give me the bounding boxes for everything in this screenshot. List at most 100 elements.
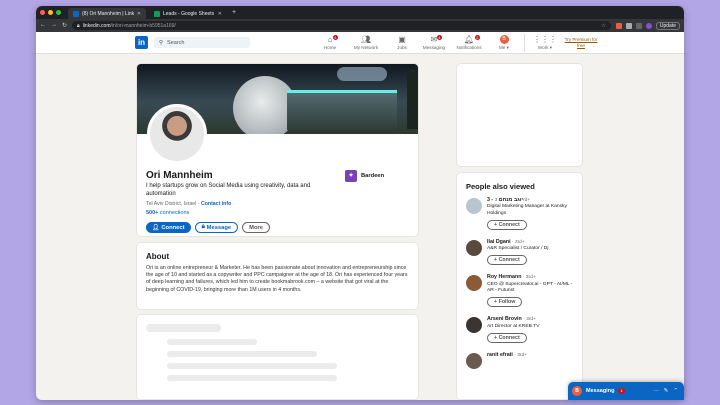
messaging-badge: 4 [436, 34, 442, 40]
person-headline: CEO @ Supercreator.ai - GPT - AI/ML - AR… [487, 281, 573, 294]
try-premium-link[interactable]: Try Premium for free [561, 37, 601, 49]
notifications-badge: 2 [474, 34, 480, 40]
list-item[interactable]: Ilai Dgani · 3rd+ A&R Specialist / Curat… [466, 239, 573, 266]
connect-button[interactable]: 👤︎ Connect [146, 222, 191, 233]
extensions: Update [615, 21, 680, 30]
nav-home[interactable]: ⌂ 4 Home [314, 34, 346, 51]
list-item[interactable]: 3 - יוגב מנחם 3rd+ Digital Marketing Man… [466, 197, 573, 230]
skeleton-line [167, 363, 337, 369]
banner-palm [407, 69, 418, 129]
loading-card [136, 314, 419, 400]
avatar: B [572, 386, 582, 396]
search-placeholder: Search [167, 39, 185, 46]
tab-linkedin[interactable]: (8) Ori Mannheim | LinkedIn ✕ [68, 8, 146, 19]
reload-icon[interactable]: ↻ [62, 22, 67, 29]
search-input[interactable]: ⚲ Search [154, 37, 250, 48]
message-label: Message [206, 224, 232, 231]
connect-button[interactable]: + Connect [487, 255, 527, 266]
current-company[interactable]: ✦ Bardeen [345, 170, 384, 182]
minimize-window-icon[interactable] [48, 10, 53, 15]
profile-name: Ori Mannheim [146, 170, 213, 181]
chevron-up-icon[interactable]: ⌃ [673, 388, 678, 394]
linkedin-logo-icon[interactable]: in [135, 36, 148, 49]
person-name[interactable]: ranit efrati [487, 352, 513, 358]
url-input[interactable]: 🔒︎ linkedin.com/in/ori-mannheim-b5951a16… [72, 21, 611, 30]
person-name[interactable]: Arseni Brovin [487, 316, 522, 322]
person-name[interactable]: Ilai Dgani [487, 239, 511, 245]
new-tab-icon[interactable]: + [232, 9, 236, 16]
address-bar-row: ← → ↻ 🔒︎ linkedin.com/in/ori-mannheim-b5… [36, 19, 684, 32]
follow-button[interactable]: + Follow [487, 297, 523, 308]
person-degree: · 3rd+ [522, 275, 536, 281]
nav-messaging[interactable]: ✉ 4 Messaging [418, 34, 450, 51]
browser-window: (8) Ori Mannheim | LinkedIn ✕ Leads - Go… [36, 6, 684, 400]
bookmark-star-icon[interactable]: ☆ [601, 23, 605, 29]
close-window-icon[interactable] [40, 10, 45, 15]
nav-notifications[interactable]: 🔔︎ 2 Notifications [450, 34, 488, 51]
forward-icon[interactable]: → [51, 22, 57, 29]
banner-house [287, 90, 397, 130]
list-item[interactable]: ranit efrati · 3rd+ [466, 352, 573, 369]
person-name[interactable]: 3 - יוגב מנחם [487, 197, 523, 203]
skeleton-line [167, 339, 257, 345]
extension-icon[interactable] [615, 22, 622, 29]
more-button[interactable]: More [242, 222, 271, 233]
avatar[interactable] [466, 352, 482, 369]
nav-label: Jobs [397, 44, 407, 50]
nav-label: Me ▾ [499, 44, 509, 50]
avatar[interactable] [466, 275, 482, 292]
linkedin-favicon-icon [73, 10, 79, 17]
update-button[interactable]: Update [655, 21, 680, 30]
skeleton-line [167, 351, 317, 357]
profile-card: Ori Mannheim I help startups grow on Soc… [136, 63, 419, 237]
people-also-viewed-title: People also viewed [466, 182, 535, 191]
nav-jobs[interactable]: ▣ Jobs [386, 35, 418, 51]
about-title: About [146, 252, 170, 261]
tab-sheets[interactable]: Leads - Google Sheets ✕ [149, 8, 227, 19]
profile-avatar[interactable] [645, 22, 652, 29]
more-options-icon[interactable]: ··· [653, 388, 659, 394]
nav-my-network[interactable]: 👥︎ My Network [346, 35, 386, 51]
puzzle-icon[interactable] [625, 22, 632, 29]
lock-icon: 🔒︎ [201, 224, 205, 230]
person-name[interactable]: Roy Hermann [487, 274, 521, 280]
profile-photo[interactable] [147, 104, 207, 164]
person-headline: Art Director at KREB.TV [487, 323, 540, 329]
contact-info-link[interactable]: Contact info [201, 201, 231, 207]
list-item[interactable]: Roy Hermann · 3rd+ CEO @ Supercreator.ai… [466, 274, 573, 308]
connect-button[interactable]: + Connect [487, 332, 527, 343]
profile-location: Tel Aviv District, Israel · Contact info [146, 201, 232, 207]
me-avatar: B [499, 34, 509, 44]
person-headline: Digital Marketing Manager at Kansky Hold… [487, 204, 567, 216]
avatar[interactable] [466, 198, 482, 214]
message-button[interactable]: 🔒︎ Message [194, 222, 239, 233]
person-headline: A&R Specialist / Curator / Dj [487, 246, 549, 252]
compose-icon[interactable]: ✎ [664, 388, 669, 394]
skeleton-line [167, 375, 337, 381]
nav-divider [524, 33, 525, 52]
messaging-label: Messaging [586, 388, 615, 394]
briefcase-icon: ▣ [398, 34, 406, 44]
nav-me[interactable]: B Me ▾ [488, 34, 520, 51]
window-controls[interactable] [40, 10, 61, 15]
list-item[interactable]: Arseni Brovin · 3rd+ Art Director at KRE… [466, 316, 573, 343]
avatar[interactable] [466, 317, 482, 334]
connect-button[interactable]: + Connect [487, 219, 527, 230]
about-card: About Ori is an online entrepreneur & Ma… [136, 242, 419, 310]
banner-cloud [337, 67, 387, 81]
person-degree: · 3rd+ [514, 352, 528, 358]
connections-link[interactable]: 500+ connections [146, 210, 189, 216]
close-tab-icon[interactable]: ✕ [137, 11, 141, 17]
sheets-favicon-icon [154, 10, 160, 17]
avatar[interactable] [466, 239, 482, 256]
maximize-window-icon[interactable] [56, 10, 61, 15]
nav-work[interactable]: ⋮⋮⋮ Work ▾ [529, 35, 561, 51]
sidebar-icon[interactable] [635, 22, 642, 29]
messaging-count-badge: 1 [618, 388, 625, 394]
tab-title: (8) Ori Mannheim | LinkedIn [82, 10, 134, 17]
messaging-overlay[interactable]: B Messaging 1 ··· ✎ ⌃ [568, 382, 684, 400]
back-icon[interactable]: ← [40, 22, 46, 29]
connections-label: connections [159, 210, 190, 216]
connections-count: 500+ [146, 210, 159, 216]
close-tab-icon[interactable]: ✕ [218, 11, 222, 17]
